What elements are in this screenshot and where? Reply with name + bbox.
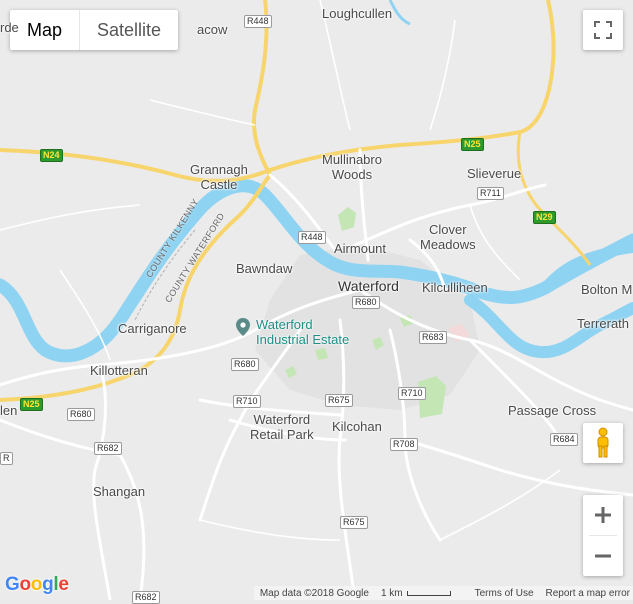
place-label-bawndaw: Bawndaw — [236, 261, 293, 276]
road-shield: R710 — [233, 395, 261, 408]
scale-indicator[interactable]: 1 km — [381, 588, 463, 599]
road-shield: R708 — [390, 438, 418, 451]
google-logo[interactable]: Google — [5, 574, 69, 596]
place-label-kilculliheen: Kilculliheen — [422, 280, 488, 295]
road-shield: R448 — [244, 15, 272, 28]
minus-icon — [595, 554, 611, 558]
map-type-satellite-button[interactable]: Satellite — [80, 10, 178, 50]
map-type-control: Map Satellite — [10, 10, 179, 50]
road-shield: R675 — [325, 394, 353, 407]
place-label-killotteran: Killotteran — [90, 363, 148, 378]
plus-icon — [595, 507, 611, 523]
road-shield: R675 — [340, 516, 368, 529]
road-shield: R710 — [398, 387, 426, 400]
road-shield: N24 — [40, 149, 63, 162]
road-shield: R680 — [67, 408, 95, 421]
place-label-grannagh-castle: Grannagh Castle — [190, 162, 248, 192]
place-label-passage-cross: Passage Cross — [508, 403, 597, 418]
zoom-out-button[interactable] — [583, 536, 623, 576]
fullscreen-icon — [594, 21, 612, 39]
terms-of-use-link[interactable]: Terms of Use — [475, 588, 534, 599]
place-pin-icon[interactable] — [236, 318, 250, 336]
road-shield: N29 — [533, 211, 556, 224]
road-shield: R682 — [132, 591, 160, 604]
place-label-waterford: Waterford — [338, 278, 399, 294]
place-label-waterford-retail-park: Waterford Retail Park — [250, 412, 314, 442]
pegman-icon — [597, 427, 609, 458]
place-label-clover-meadows: Clover Meadows — [420, 222, 476, 252]
zoom-control — [583, 495, 623, 576]
place-label-cut-edge: rde — [0, 20, 19, 35]
road-shield: N25 — [461, 138, 484, 151]
road-shield: R684 — [550, 433, 578, 446]
place-label-shangan: Shangan — [93, 484, 146, 499]
place-label-kilcohan: Kilcohan — [332, 419, 382, 434]
fullscreen-button[interactable] — [583, 10, 623, 50]
map-data-attribution[interactable]: Map data ©2018 Google — [260, 588, 369, 599]
road-shield: R682 — [94, 442, 122, 455]
place-label-loughcullen: Loughcullen — [322, 6, 393, 21]
road-shield: R711 — [477, 187, 504, 200]
road-shield: R683 — [419, 331, 447, 344]
road-shield: R680 — [231, 358, 259, 371]
place-label-cut-west: len — [0, 403, 18, 418]
place-label-carriganore: Carriganore — [118, 321, 187, 336]
zoom-in-button[interactable] — [583, 495, 623, 535]
poi-label-waterford-industrial-estate[interactable]: Waterford Industrial Estate — [256, 317, 349, 347]
road-shield: N25 — [20, 398, 43, 411]
street-view-pegman-button[interactable] — [583, 423, 623, 463]
place-label-mullinabro: Mullinabro Woods — [322, 152, 382, 182]
map-attribution-bar: Map data ©2018 Google 1 km Terms of Use … — [253, 586, 633, 600]
place-label-bolton: Bolton M — [581, 282, 633, 297]
place-label-terrerath: Terrerath — [577, 316, 630, 331]
road-shield: R680 — [352, 296, 380, 309]
map-type-map-button[interactable]: Map — [10, 10, 79, 50]
road-shield: R — [0, 452, 13, 465]
road-shield: R448 — [298, 231, 326, 244]
place-label-cut-left: acow — [197, 22, 228, 37]
place-label-airmount: Airmount — [334, 241, 387, 256]
scale-bar — [406, 590, 451, 596]
map-canvas[interactable] — [0, 0, 633, 600]
report-map-error-link[interactable]: Report a map error — [546, 588, 630, 599]
place-label-slieverue: Slieverue — [467, 166, 522, 181]
